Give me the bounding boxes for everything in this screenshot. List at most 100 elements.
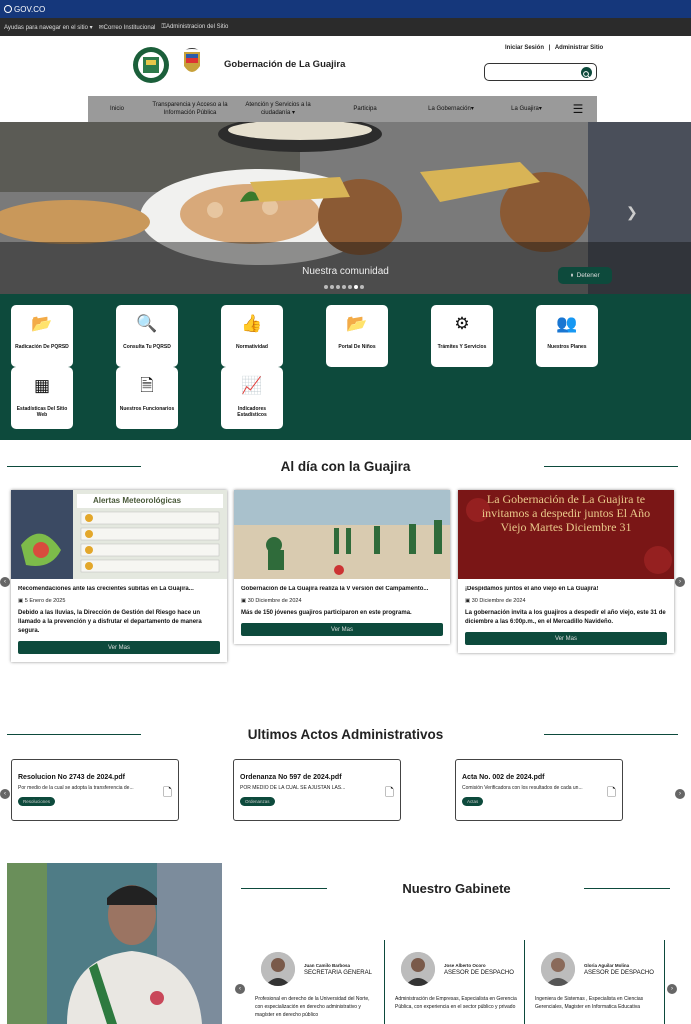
- hamburger-menu-icon[interactable]: ☰: [559, 103, 597, 115]
- view-more-button[interactable]: Ver Mas: [241, 623, 443, 636]
- carousel-dot[interactable]: [330, 285, 334, 289]
- guajira-seal-logo[interactable]: [132, 46, 170, 84]
- caret-down-icon: ▾: [292, 110, 296, 116]
- view-more-button[interactable]: Ver Mas: [18, 641, 220, 654]
- tile-estadisticas-sitio[interactable]: ▦ Estadísticas Del Sitio Web: [11, 367, 73, 429]
- tile-nuestros-funcionarios[interactable]: 🗎 Nuestros Funcionarios: [116, 367, 178, 429]
- carousel-dot[interactable]: [360, 285, 364, 289]
- carousel-next-icon[interactable]: ❯: [626, 204, 638, 221]
- nav-item-inicio[interactable]: Inicio: [88, 105, 146, 113]
- hero-carousel: Nuestra comunidad ⏸ Detener ❯: [0, 122, 691, 294]
- help-menu[interactable]: Ayudas para navegar en el sitio ▾: [4, 24, 93, 31]
- mail-label: Correo Institucional: [103, 24, 156, 31]
- calendar-icon: ▣: [465, 598, 471, 604]
- nav-label: Participa: [353, 106, 377, 112]
- acts-section-title: Ultimos Actos Administrativos: [247, 727, 444, 742]
- member-description: Profesional en derecho de la Universidad…: [255, 996, 370, 1018]
- member-name: Jose Alberto Ocoro: [444, 963, 486, 968]
- search-icon: [583, 71, 591, 79]
- tile-consulta-pqrsd[interactable]: 🔍 Consulta Tu PQRSD: [116, 305, 178, 367]
- tile-label: Nuestros Funcionarios: [119, 406, 175, 412]
- act-card[interactable]: Resolucion No 2743 de 2024.pdf Por medio…: [11, 759, 179, 821]
- carousel-dot[interactable]: [348, 285, 352, 289]
- search-input[interactable]: [484, 63, 597, 81]
- site-title[interactable]: Gobernación de La Guajira: [224, 59, 345, 70]
- admin-link[interactable]: ⚿Administracion del Sitio: [161, 24, 228, 31]
- news-image-text: La Gobernación de La Guajira te invitamo…: [481, 492, 651, 534]
- news-date: ▣ 30 Diciembre de 2024: [465, 598, 667, 604]
- search-button[interactable]: [581, 67, 592, 79]
- news-card: La Gobernación de La Guajira te invitamo…: [458, 490, 674, 653]
- tile-label: Trámites Y Servicios: [437, 344, 487, 350]
- link-separator: |: [548, 45, 551, 51]
- news-next-icon[interactable]: ›: [675, 577, 685, 587]
- nav-item-atencion[interactable]: Atención y Servicios a la ciudadanía ▾: [234, 101, 322, 117]
- act-card[interactable]: Ordenanza No 597 de 2024.pdf POR MEDIO D…: [233, 759, 401, 821]
- carousel-dot[interactable]: [324, 285, 328, 289]
- news-title[interactable]: Gobernación de La Guajira realiza la V v…: [241, 586, 443, 592]
- act-tag[interactable]: Resoluciones: [18, 797, 56, 806]
- member-role: ASESOR DE DESPACHO: [584, 970, 654, 976]
- search-icon: 🔍: [136, 314, 158, 333]
- login-link[interactable]: Iniciar Sesión: [505, 45, 544, 51]
- act-description: Por medio de la cual se adopta la transf…: [18, 785, 134, 791]
- carousel-dot-active[interactable]: [354, 285, 358, 289]
- nav-label: Inicio: [109, 106, 124, 112]
- news-image: La Gobernación de La Guajira te invitamo…: [458, 490, 674, 579]
- nav-item-la-guajira[interactable]: La Guajira▾: [494, 105, 559, 113]
- tile-indicadores-estadisticos[interactable]: 📈 Indicadores Estadísticos: [221, 367, 283, 429]
- carousel-stop-button[interactable]: ⏸ Detener: [558, 267, 612, 284]
- tile-portal-ninos[interactable]: 📂 Portal De Niños: [326, 305, 388, 367]
- thumbs-up-icon: 👍: [241, 314, 263, 333]
- member-name: Juan Camilo Barbosa: [304, 963, 351, 968]
- act-card[interactable]: Acta No. 002 de 2024.pdf Comisión Verifi…: [455, 759, 623, 821]
- avatar: [401, 952, 435, 986]
- file-icon: 🗋: [607, 787, 616, 799]
- nav-label: La Gobernación: [428, 106, 471, 112]
- acts-prev-icon[interactable]: ‹: [0, 789, 10, 799]
- file-icon: 🗋: [385, 787, 394, 799]
- nav-item-transparencia[interactable]: Transparencia y Acceso a la Información …: [146, 101, 234, 117]
- tile-label: Indicadores Estadísticos: [237, 406, 267, 418]
- tile-normatividad[interactable]: 👍 Normatividad: [221, 305, 283, 367]
- carousel-dot[interactable]: [336, 285, 340, 289]
- news-date: ▣ 30 Diciembre de 2024: [241, 598, 443, 604]
- cabinet-prev-icon[interactable]: ‹: [235, 984, 245, 994]
- news-title[interactable]: Recomendaciones ante las crecientes súbi…: [18, 586, 220, 592]
- calendar-icon: ▣: [18, 598, 24, 604]
- tile-nuestros-planes[interactable]: 👥 Nuestros Planes: [536, 305, 598, 367]
- news-card: Gobernación de La Guajira realiza la V v…: [234, 490, 450, 644]
- act-tag[interactable]: Ordenanzas: [240, 797, 275, 806]
- nav-label: La Guajira: [511, 106, 539, 112]
- gov-co-label[interactable]: GOV.CO: [14, 5, 45, 14]
- news-summary: La gobernación invita a los guajiros a d…: [465, 610, 666, 625]
- view-more-button[interactable]: Ver Mas: [465, 632, 667, 645]
- tile-tramites-servicios[interactable]: ⚙ Trámites Y Servicios: [431, 305, 493, 367]
- member-role: SECRETARIA GENERAL: [304, 970, 372, 976]
- act-name: Acta No. 002 de 2024.pdf: [462, 774, 545, 781]
- news-summary: Más de 150 jóvenes guajiros participaron…: [241, 610, 412, 616]
- governor-photo: [7, 863, 222, 1024]
- cabinet-member-card[interactable]: Gloria Aguilar Molina ASESOR DE DESPACHO…: [533, 940, 665, 1024]
- avatar: [261, 952, 295, 986]
- member-role: ASESOR DE DESPACHO: [444, 970, 514, 976]
- caret-down-icon: ▾: [538, 106, 542, 112]
- cabinet-next-icon[interactable]: ›: [667, 984, 677, 994]
- tile-label: Radicación De PQRSD: [15, 344, 69, 350]
- act-tag[interactable]: Actas: [462, 797, 484, 806]
- cabinet-member-card[interactable]: Juan Camilo Barbosa SECRETARIA GENERAL P…: [253, 940, 385, 1024]
- cabinet-member-card[interactable]: Jose Alberto Ocoro ASESOR DE DESPACHO Ad…: [393, 940, 525, 1024]
- tile-label: Estadísticas Del Sitio Web: [16, 406, 68, 418]
- carousel-dot[interactable]: [342, 285, 346, 289]
- nav-item-participa[interactable]: Participa: [322, 105, 408, 113]
- tile-label: Consulta Tu PQRSD: [123, 344, 171, 350]
- tile-radicacion-pqrsd[interactable]: 📂 Radicación De PQRSD: [11, 305, 73, 367]
- nav-item-la-gobernacion[interactable]: La Gobernación▾: [408, 105, 494, 113]
- news-title[interactable]: ¡Despidamos juntos el año viejo en La Gu…: [465, 586, 667, 592]
- admin-site-link[interactable]: Administrar Sitio: [555, 45, 603, 51]
- caret-down-icon: ▾: [470, 106, 474, 112]
- mail-link[interactable]: ✉Correo Institucional: [99, 24, 156, 31]
- news-prev-icon[interactable]: ‹: [0, 577, 10, 587]
- news-image: Alertas Meteorológicas: [11, 490, 227, 579]
- acts-next-icon[interactable]: ›: [675, 789, 685, 799]
